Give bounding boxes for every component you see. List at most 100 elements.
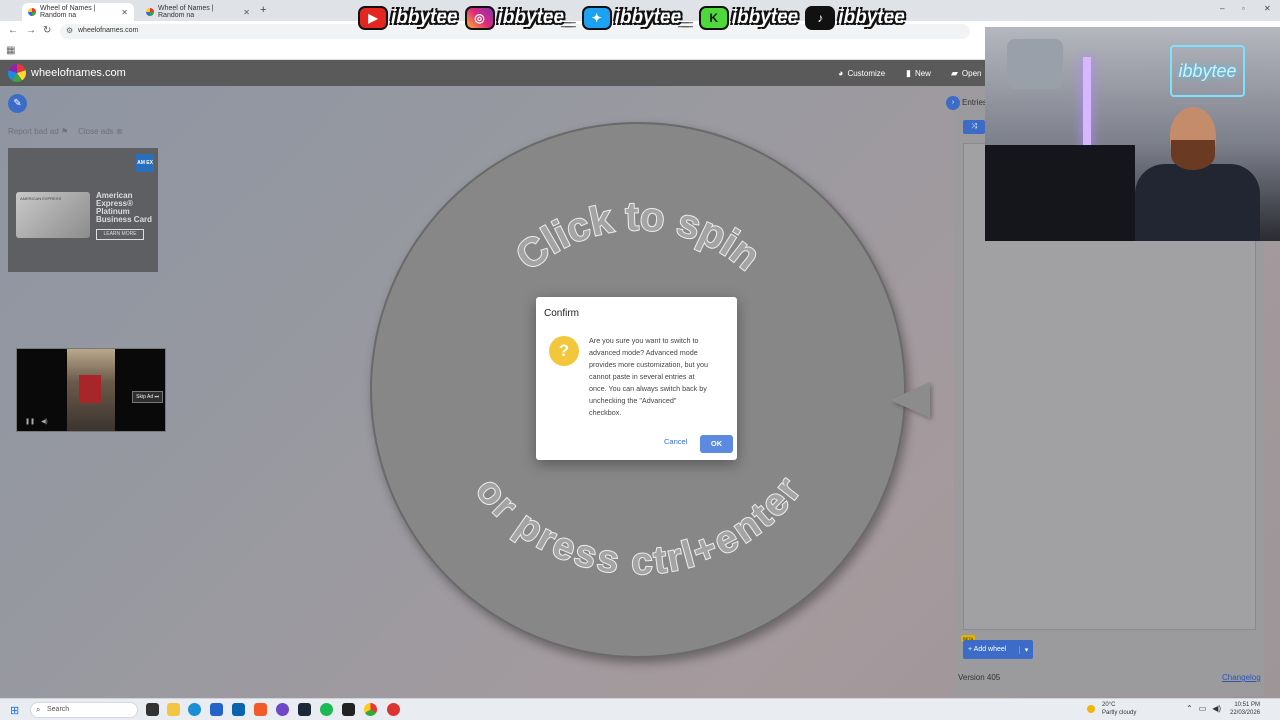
plus-icon: + (968, 646, 973, 653)
maximize-icon[interactable]: ▫ (1242, 4, 1245, 13)
back-icon[interactable]: ← (8, 25, 18, 36)
new-button[interactable]: ▮ New (906, 68, 931, 79)
minimize-icon[interactable]: – (1220, 4, 1224, 13)
weather-desc: Partly cloudy (1102, 710, 1137, 716)
taskbar-search[interactable]: ⌕ Search (30, 702, 138, 718)
chevron-down-icon[interactable]: ▾ (1019, 645, 1033, 654)
file-explorer-icon[interactable] (167, 703, 180, 716)
clock-date: 22/03/2026 (1230, 710, 1261, 716)
close-tab-icon[interactable]: ✕ (243, 8, 250, 17)
social-banner: ▶ ibbytee ◎ ibbytee_ ✦ ibbytee_ K ibbyte… (358, 4, 909, 32)
tiktok-icon: ♪ (805, 6, 836, 30)
site-name[interactable]: wheelofnames.com (31, 67, 126, 79)
file-icon: ▮ (906, 68, 911, 78)
store-icon[interactable] (210, 703, 223, 716)
edge-icon[interactable] (188, 703, 201, 716)
shuffle-icon: ⤨ (971, 123, 977, 130)
volume-icon[interactable]: ◀) (41, 418, 48, 425)
shuffle-button[interactable]: ⤨ (963, 120, 985, 134)
social-handle: ibbytee (391, 7, 458, 28)
confirm-dialog: Confirm ? Are you sure you want to switc… (536, 297, 737, 460)
skip-ad-button[interactable]: Skip Ad ⏭ (132, 391, 163, 403)
terminal-icon[interactable] (342, 703, 355, 716)
obs-icon[interactable] (387, 703, 400, 716)
webcam-overlay: ibbytee (985, 27, 1280, 241)
browser-tab[interactable]: Wheel of Names | Random na ✕ (140, 3, 256, 21)
streamer (1135, 102, 1260, 241)
discord-icon[interactable] (276, 703, 289, 716)
question-icon: ? (549, 336, 579, 366)
weather-temp: 20°C (1102, 702, 1116, 708)
dialog-title: Confirm (544, 308, 580, 319)
search-label: Search (47, 706, 70, 713)
wheel-favicon-icon (28, 8, 36, 16)
social-handle: ibbytee_ (614, 7, 692, 28)
site-info-icon[interactable]: ⚙ (66, 26, 73, 35)
customize-label: Customize (847, 68, 886, 78)
palette-icon: ◕ (838, 68, 844, 78)
partly-cloudy-icon (1087, 705, 1095, 713)
apps-grid-icon[interactable]: ▦ (6, 45, 15, 56)
dialog-message-line: Are you sure you want to switch to (589, 336, 699, 345)
amex-ad-title: American Express® Platinum Business Card (96, 191, 153, 224)
forward-icon[interactable]: → (26, 25, 36, 36)
version-label: Version 405 (958, 673, 1001, 682)
amex-ad[interactable]: AM EX AMERICAN EXPRESS American Express®… (8, 148, 158, 272)
wheel-logo-icon[interactable] (8, 64, 26, 82)
steam-icon[interactable] (298, 703, 311, 716)
twitter-icon: ✦ (581, 6, 612, 30)
network-icon[interactable]: ▭ (1199, 704, 1207, 713)
customize-button[interactable]: ◕ Customize (838, 68, 885, 78)
tab-entries[interactable]: Entries (962, 98, 987, 107)
neon-light-bar (1083, 57, 1091, 157)
edit-pencil-icon[interactable]: ✎ (8, 94, 27, 113)
ok-button[interactable]: OK (700, 435, 733, 453)
collapse-panel-icon[interactable]: › (946, 96, 960, 110)
dialog-message-line: unchecking the "Advanced" (589, 396, 677, 405)
dialog-message-line: advanced mode? Advanced mode (589, 348, 698, 357)
social-handle: ibbytee (731, 7, 799, 28)
close-window-icon[interactable]: ✕ (1264, 4, 1271, 13)
learn-more-button[interactable]: LEARN MORE (96, 229, 144, 240)
outlook-icon[interactable] (232, 703, 245, 716)
reload-icon[interactable]: ↻ (43, 25, 51, 36)
spotify-icon[interactable] (320, 703, 333, 716)
video-controls: ❚❚ ◀) (25, 418, 48, 425)
wall-bulldog-logo (1007, 39, 1063, 89)
tab-title: Wheel of Names | Random na (40, 5, 96, 19)
report-bad-ad-link[interactable]: Report bad ad ⚑ (8, 127, 68, 136)
social-handle: ibbytee (838, 7, 905, 28)
windows-start-icon[interactable]: ⊞ (10, 704, 19, 717)
close-ads-link[interactable]: Close ads ⊗ (78, 127, 123, 136)
changelog-link[interactable]: Changelog (1222, 673, 1261, 682)
tray-chevron-icon[interactable]: ⌃ (1186, 704, 1193, 713)
chrome-icon[interactable] (364, 703, 377, 716)
new-tab-button[interactable]: + (260, 4, 266, 16)
wheel-favicon-icon (146, 8, 154, 16)
browser-tab-active[interactable]: Wheel of Names | Random na ✕ (22, 3, 134, 21)
close-circle-icon: ⊗ (115, 127, 123, 136)
social-handle: ibbytee_ (497, 7, 575, 28)
open-button[interactable]: ▰ Open (951, 68, 982, 79)
pause-icon[interactable]: ❚❚ (25, 418, 35, 425)
dialog-message-line: provides more customization, but you (589, 360, 709, 369)
weather-widget[interactable]: 20°C Partly cloudy (1087, 701, 1137, 717)
add-wheel-button[interactable]: + Add wheel ▾ (963, 640, 1033, 659)
sofa (985, 145, 1135, 241)
cancel-button[interactable]: Cancel (664, 437, 687, 446)
speaker-icon[interactable]: ◀) (1212, 704, 1221, 713)
open-label: Open (961, 69, 982, 78)
clock[interactable]: 10:51 PM 22/03/2026 (1230, 701, 1260, 717)
close-tab-icon[interactable]: ✕ (121, 8, 128, 17)
brave-icon[interactable] (254, 703, 267, 716)
video-ad[interactable]: Skip Ad ⏭ ❚❚ ◀) (16, 348, 166, 432)
clock-time: 10:51 PM (1234, 702, 1261, 708)
streamer-beard (1171, 140, 1215, 170)
dialog-message-line: checkbox. (589, 408, 622, 417)
task-view-icon[interactable] (146, 703, 159, 716)
wheel-pointer (890, 382, 930, 418)
video-ad-thumbnail (67, 349, 115, 431)
taskbar: ⊞ ⌕ Search 20°C Partly cloudy ⌃ ▭ ◀) 10:… (0, 698, 1280, 720)
kick-icon: K (698, 6, 729, 30)
tab-title: Wheel of Names | Random na (158, 5, 214, 19)
